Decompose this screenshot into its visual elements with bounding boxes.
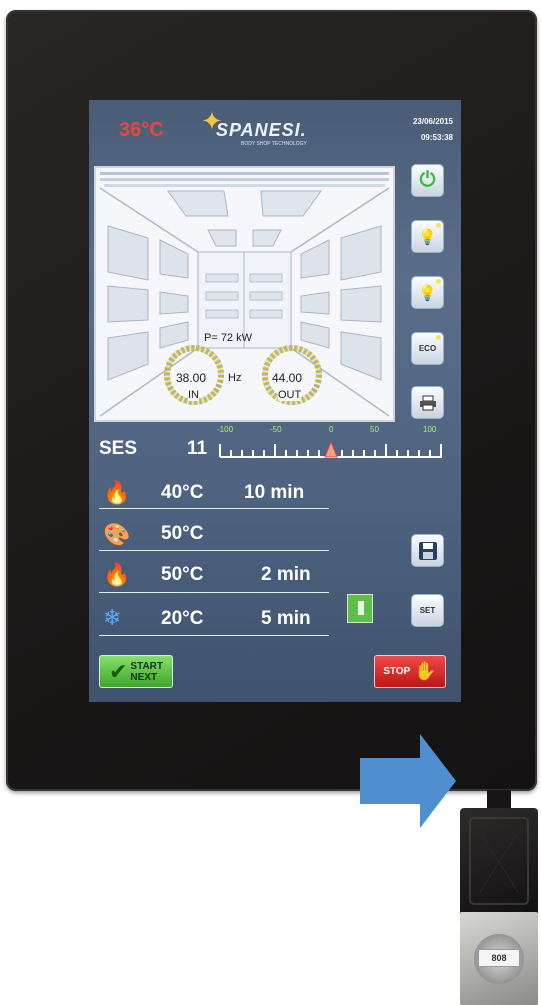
scale-tick-label: -100 <box>217 425 234 434</box>
power-icon: ⏻ <box>419 169 436 191</box>
arrow-annotation <box>360 758 422 804</box>
checkmark-icon: ✔ <box>108 658 128 684</box>
phase-2-temp: 50°C <box>161 523 204 544</box>
print-button[interactable] <box>411 386 444 419</box>
hz-label: Hz <box>228 372 242 384</box>
status-indicator <box>436 223 441 228</box>
scale-tick-label: 50 <box>370 425 379 434</box>
power-readout: P= 72 kW <box>204 332 252 344</box>
scale-tick-label: 100 <box>423 425 437 434</box>
door-icon <box>347 594 373 623</box>
touch-screen: 36°C ✦ SPANESI. BODY SHOP TECHNOLOGY 23/… <box>89 100 461 702</box>
outlet-frequency: 44.00 <box>271 371 304 385</box>
divider <box>99 550 329 551</box>
time: 09:53:38 <box>420 133 453 142</box>
divider <box>99 635 329 636</box>
brand-subtitle: BODY SHOP TECHNOLOGY <box>241 141 307 147</box>
light-button-2[interactable]: 💡 <box>411 276 444 309</box>
booth-illustration <box>99 172 390 417</box>
phase-3-time: 2 min <box>261 564 311 585</box>
double-flame-icon: 🔥 <box>103 562 131 587</box>
cover-emboss <box>469 817 529 905</box>
start-label: START <box>130 660 164 672</box>
divider <box>99 592 329 593</box>
eco-label: ECO <box>418 344 437 353</box>
brand-logo: SPANESI. <box>216 120 307 140</box>
booth-diagram: P= 72 kW 38.00 IN Hz 44.00 OUT <box>94 166 395 422</box>
power-button[interactable]: ⏻ <box>411 164 444 197</box>
arrow-annotation-head <box>420 734 456 828</box>
usb-drive-label: 808 <box>478 949 520 967</box>
divider <box>99 508 329 509</box>
outlet-label: OUT <box>278 389 302 401</box>
snowflake-icon: ❄ <box>103 605 122 630</box>
scale-tick-label: -50 <box>270 425 282 434</box>
floppy-disk-icon <box>418 541 437 560</box>
inlet-frequency: 38.00 <box>175 371 208 385</box>
status-indicator <box>436 335 441 340</box>
light-button-1[interactable]: 💡 <box>411 220 444 253</box>
inlet-label: IN <box>188 389 199 401</box>
usb-port-cover <box>460 808 538 916</box>
lightbulb-icon: 💡 <box>418 228 437 246</box>
stop-button[interactable]: STOP ✋ <box>374 655 446 688</box>
printer-icon <box>419 395 436 410</box>
ses-pointer <box>324 440 338 458</box>
stop-label: STOP <box>383 666 411 677</box>
palette-icon: 🎨 <box>103 522 131 547</box>
usb-port[interactable]: 808 <box>460 912 538 1005</box>
hand-icon: ✋ <box>414 661 437 681</box>
phase-3-temp: 50°C <box>161 564 204 585</box>
date: 23/06/2015 <box>412 117 453 126</box>
set-button[interactable]: SET <box>411 594 444 627</box>
ses-scale <box>219 440 442 458</box>
phase-4-temp: 20°C <box>161 608 204 629</box>
scale-tick-label: 0 <box>329 425 334 434</box>
set-button-label: SET <box>419 606 436 615</box>
flame-icon: 🔥 <box>103 480 131 505</box>
eco-button[interactable]: ECO <box>411 332 444 365</box>
lightbulb-icon: 💡 <box>418 284 437 302</box>
phase-1-temp: 40°C <box>161 482 204 503</box>
current-temperature: 36°C <box>119 119 164 141</box>
ses-value: 11 <box>187 438 208 459</box>
phase-4-time: 5 min <box>261 608 311 629</box>
next-label: NEXT <box>130 671 158 683</box>
phase-1-time: 10 min <box>244 482 305 503</box>
start-next-button[interactable]: ✔ START NEXT <box>99 655 173 688</box>
status-indicator <box>436 279 441 284</box>
save-button[interactable] <box>411 534 444 567</box>
ses-label: SES <box>99 438 138 459</box>
